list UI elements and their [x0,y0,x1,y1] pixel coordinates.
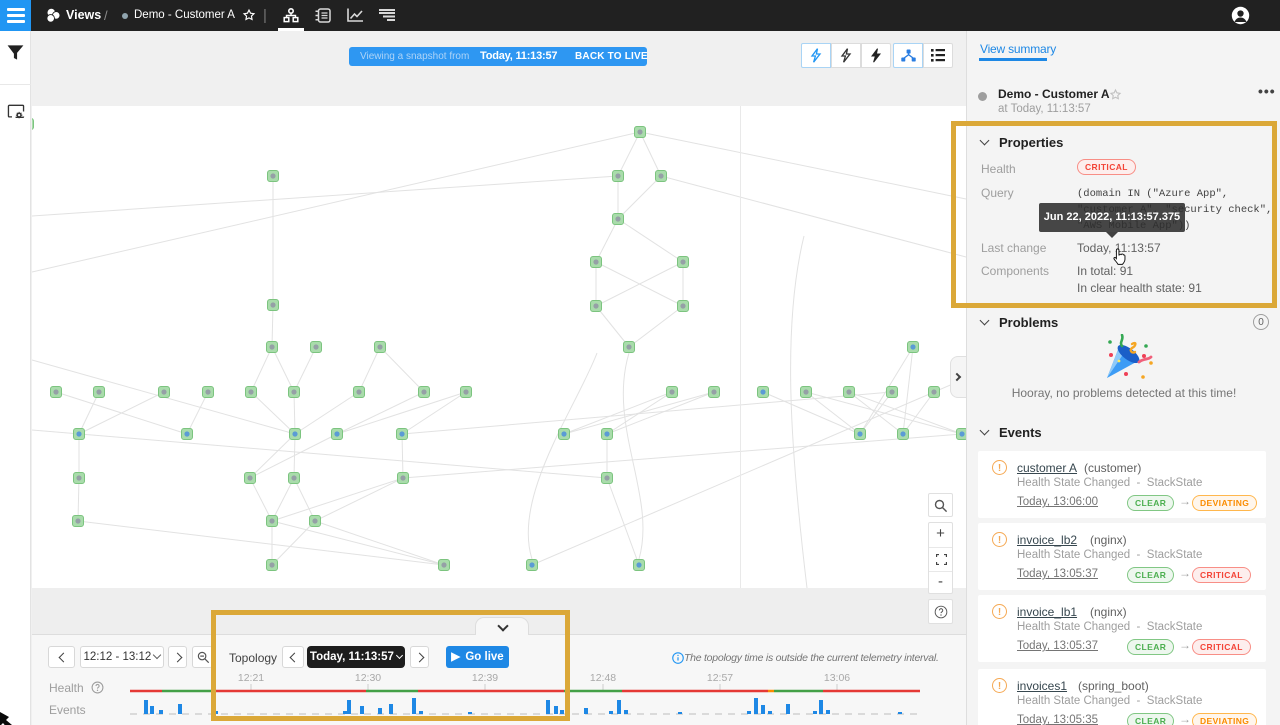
svg-text:12:39: 12:39 [472,672,498,684]
svg-text:12:48: 12:48 [590,672,616,684]
svg-text:12:57: 12:57 [707,672,733,684]
svg-text:13:06: 13:06 [824,672,850,684]
svg-text:12:30: 12:30 [355,672,381,684]
svg-text:12:21: 12:21 [238,672,264,684]
